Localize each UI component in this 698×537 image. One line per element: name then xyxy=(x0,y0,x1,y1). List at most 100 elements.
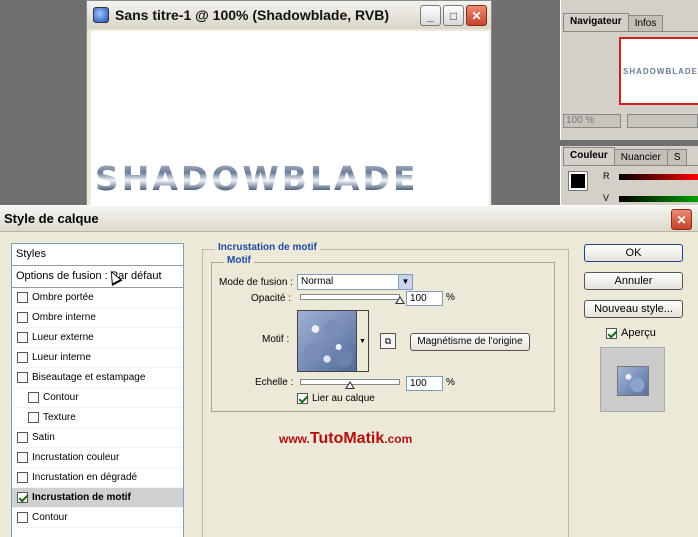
style-item-label: Biseautage et estampage xyxy=(32,371,146,383)
foreground-color-swatch[interactable] xyxy=(568,171,588,191)
document-titlebar[interactable]: Sans titre-1 @ 100% (Shadowblade, RVB) _… xyxy=(87,1,491,29)
watermark: www.TutoMatik.com xyxy=(279,430,412,448)
red-channel-slider[interactable] xyxy=(619,174,698,180)
navigator-panel: Navigateur Infos SHADOWBLADE 100 % xyxy=(560,0,698,140)
ok-button[interactable]: OK xyxy=(584,244,683,262)
blend-mode-value: Normal xyxy=(301,276,334,287)
opacity-slider-thumb[interactable] xyxy=(395,296,405,304)
link-layer-checkbox[interactable] xyxy=(297,393,308,404)
pattern-swatch[interactable] xyxy=(297,310,357,372)
fusion-options-label: Options de fusion : Par défaut xyxy=(16,270,162,282)
section-title: Incrustation de motif xyxy=(215,242,320,253)
style-item[interactable]: Lueur interne xyxy=(12,348,183,368)
style-item-checkbox[interactable] xyxy=(17,372,28,383)
document-window: Sans titre-1 @ 100% (Shadowblade, RVB) _… xyxy=(86,0,492,210)
style-item[interactable]: Biseautage et estampage xyxy=(12,368,183,388)
new-style-button[interactable]: Nouveau style... xyxy=(584,300,683,318)
navigator-zoom-slider[interactable] xyxy=(627,114,698,128)
scale-label: Echelle : xyxy=(255,377,294,388)
style-item[interactable]: Satin xyxy=(12,428,183,448)
canvas-text: SHADOWBLADE xyxy=(95,159,419,198)
color-tabs: Couleur Nuancier S xyxy=(563,147,698,166)
style-item[interactable]: Texture xyxy=(12,408,183,428)
style-item-label: Incrustation de motif xyxy=(32,491,131,503)
dialog-title: Style de calque xyxy=(4,211,99,226)
style-item-label: Lueur externe xyxy=(32,331,94,343)
watermark-prefix: www. xyxy=(279,432,310,446)
channel-label-v: V xyxy=(603,193,610,203)
minimize-button[interactable]: _ xyxy=(420,5,441,26)
opacity-input[interactable]: 100 xyxy=(406,291,443,306)
watermark-suffix: .com xyxy=(384,432,413,446)
link-layer-checkbox-row[interactable]: Lier au calque xyxy=(297,393,375,404)
style-item[interactable]: Ombre interne xyxy=(12,308,183,328)
style-item[interactable]: Ombre portée xyxy=(12,288,183,308)
green-channel-slider[interactable] xyxy=(619,196,698,202)
photoshop-document-icon xyxy=(93,7,109,23)
channel-label-r: R xyxy=(603,171,610,181)
navigator-thumbnail[interactable]: SHADOWBLADE xyxy=(619,37,698,105)
close-document-button[interactable]: ✕ xyxy=(466,5,487,26)
chevron-down-icon: ▼ xyxy=(398,275,412,289)
style-item[interactable]: Incrustation couleur xyxy=(12,448,183,468)
style-item-checkbox[interactable] xyxy=(17,352,28,363)
watermark-brand: TutoMatik xyxy=(309,430,385,447)
new-preset-icon[interactable]: ⧉ xyxy=(380,333,396,349)
pattern-dropdown-arrow-icon[interactable]: ▼ xyxy=(357,310,369,372)
style-rows: Ombre portée Ombre interne Lueur externe Lu… xyxy=(12,288,183,528)
opacity-label: Opacité : xyxy=(251,293,292,304)
style-item[interactable]: Contour xyxy=(12,388,183,408)
style-item-label: Ombre portée xyxy=(32,291,94,303)
style-item-label: Texture xyxy=(43,411,76,423)
style-item[interactable]: Incrustation en dégradé xyxy=(12,468,183,488)
motif-label: Motif : xyxy=(262,334,290,345)
navigator-tabs: Navigateur Infos xyxy=(563,13,698,32)
opacity-slider[interactable] xyxy=(300,294,400,300)
style-item-checkbox[interactable] xyxy=(28,392,39,403)
style-item-checkbox[interactable] xyxy=(17,312,28,323)
motif-group-title: Motif xyxy=(224,255,254,266)
style-item[interactable]: Incrustation de motif xyxy=(12,488,183,508)
preview-checkbox[interactable] xyxy=(606,327,617,339)
link-layer-label: Lier au calque xyxy=(312,393,375,404)
style-item-checkbox[interactable] xyxy=(17,492,28,503)
preview-label: Aperçu xyxy=(621,327,656,339)
opacity-unit: % xyxy=(446,292,455,303)
style-item-checkbox[interactable] xyxy=(17,332,28,343)
style-item-checkbox[interactable] xyxy=(17,452,28,463)
style-item-label: Ombre interne xyxy=(32,311,96,323)
dialog-titlebar[interactable]: Style de calque xyxy=(0,206,698,232)
style-item-label: Incrustation couleur xyxy=(32,451,120,463)
fusion-options-item[interactable]: Options de fusion : Par défaut xyxy=(12,266,183,288)
document-canvas[interactable]: SHADOWBLADE xyxy=(91,31,489,207)
scale-slider-thumb[interactable] xyxy=(345,381,355,389)
blend-mode-select[interactable]: Normal ▼ xyxy=(297,274,413,290)
tab-nuancier[interactable]: Nuancier xyxy=(613,149,668,165)
style-item-checkbox[interactable] xyxy=(17,472,28,483)
maximize-button[interactable]: □ xyxy=(443,5,464,26)
cancel-button[interactable]: Annuler xyxy=(584,272,683,290)
tab-couleur[interactable]: Couleur xyxy=(563,147,615,165)
snap-origin-button[interactable]: Magnétisme de l'origine xyxy=(410,333,530,351)
tab-styles[interactable]: S xyxy=(666,149,688,165)
preview-checkbox-row[interactable]: Aperçu xyxy=(606,327,656,339)
style-item-label: Incrustation en dégradé xyxy=(32,471,138,483)
style-item-checkbox[interactable] xyxy=(17,512,28,523)
style-item[interactable]: Contour xyxy=(12,508,183,528)
style-item[interactable]: Lueur externe xyxy=(12,328,183,348)
color-panel: Couleur Nuancier S R V xyxy=(560,146,698,210)
navigator-thumbnail-text: SHADOWBLADE xyxy=(623,67,698,76)
scale-input[interactable]: 100 xyxy=(406,376,443,391)
style-item-checkbox[interactable] xyxy=(17,292,28,303)
close-dialog-button[interactable]: ✕ xyxy=(671,209,692,230)
style-preview-thumbnail xyxy=(617,366,649,396)
tab-navigateur[interactable]: Navigateur xyxy=(563,13,629,31)
style-item-checkbox[interactable] xyxy=(17,432,28,443)
style-item-checkbox[interactable] xyxy=(28,412,39,423)
document-title: Sans titre-1 @ 100% (Shadowblade, RVB) xyxy=(115,7,390,23)
blend-mode-label: Mode de fusion : xyxy=(219,277,293,288)
tab-infos[interactable]: Infos xyxy=(627,15,664,31)
style-item-label: Satin xyxy=(32,431,55,443)
navigator-zoom-field[interactable]: 100 % xyxy=(563,114,621,128)
styles-header[interactable]: Styles xyxy=(12,244,183,266)
